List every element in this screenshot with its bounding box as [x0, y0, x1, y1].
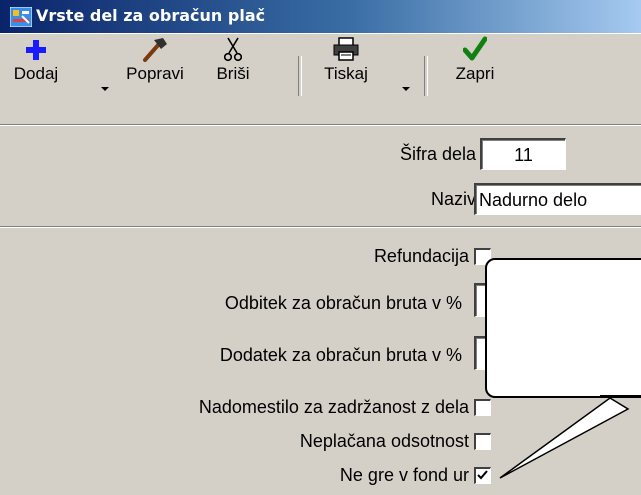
callout-pointer [499, 395, 641, 479]
app-window: Vrste del za obračun plač Dodaj Popravi [0, 0, 641, 495]
